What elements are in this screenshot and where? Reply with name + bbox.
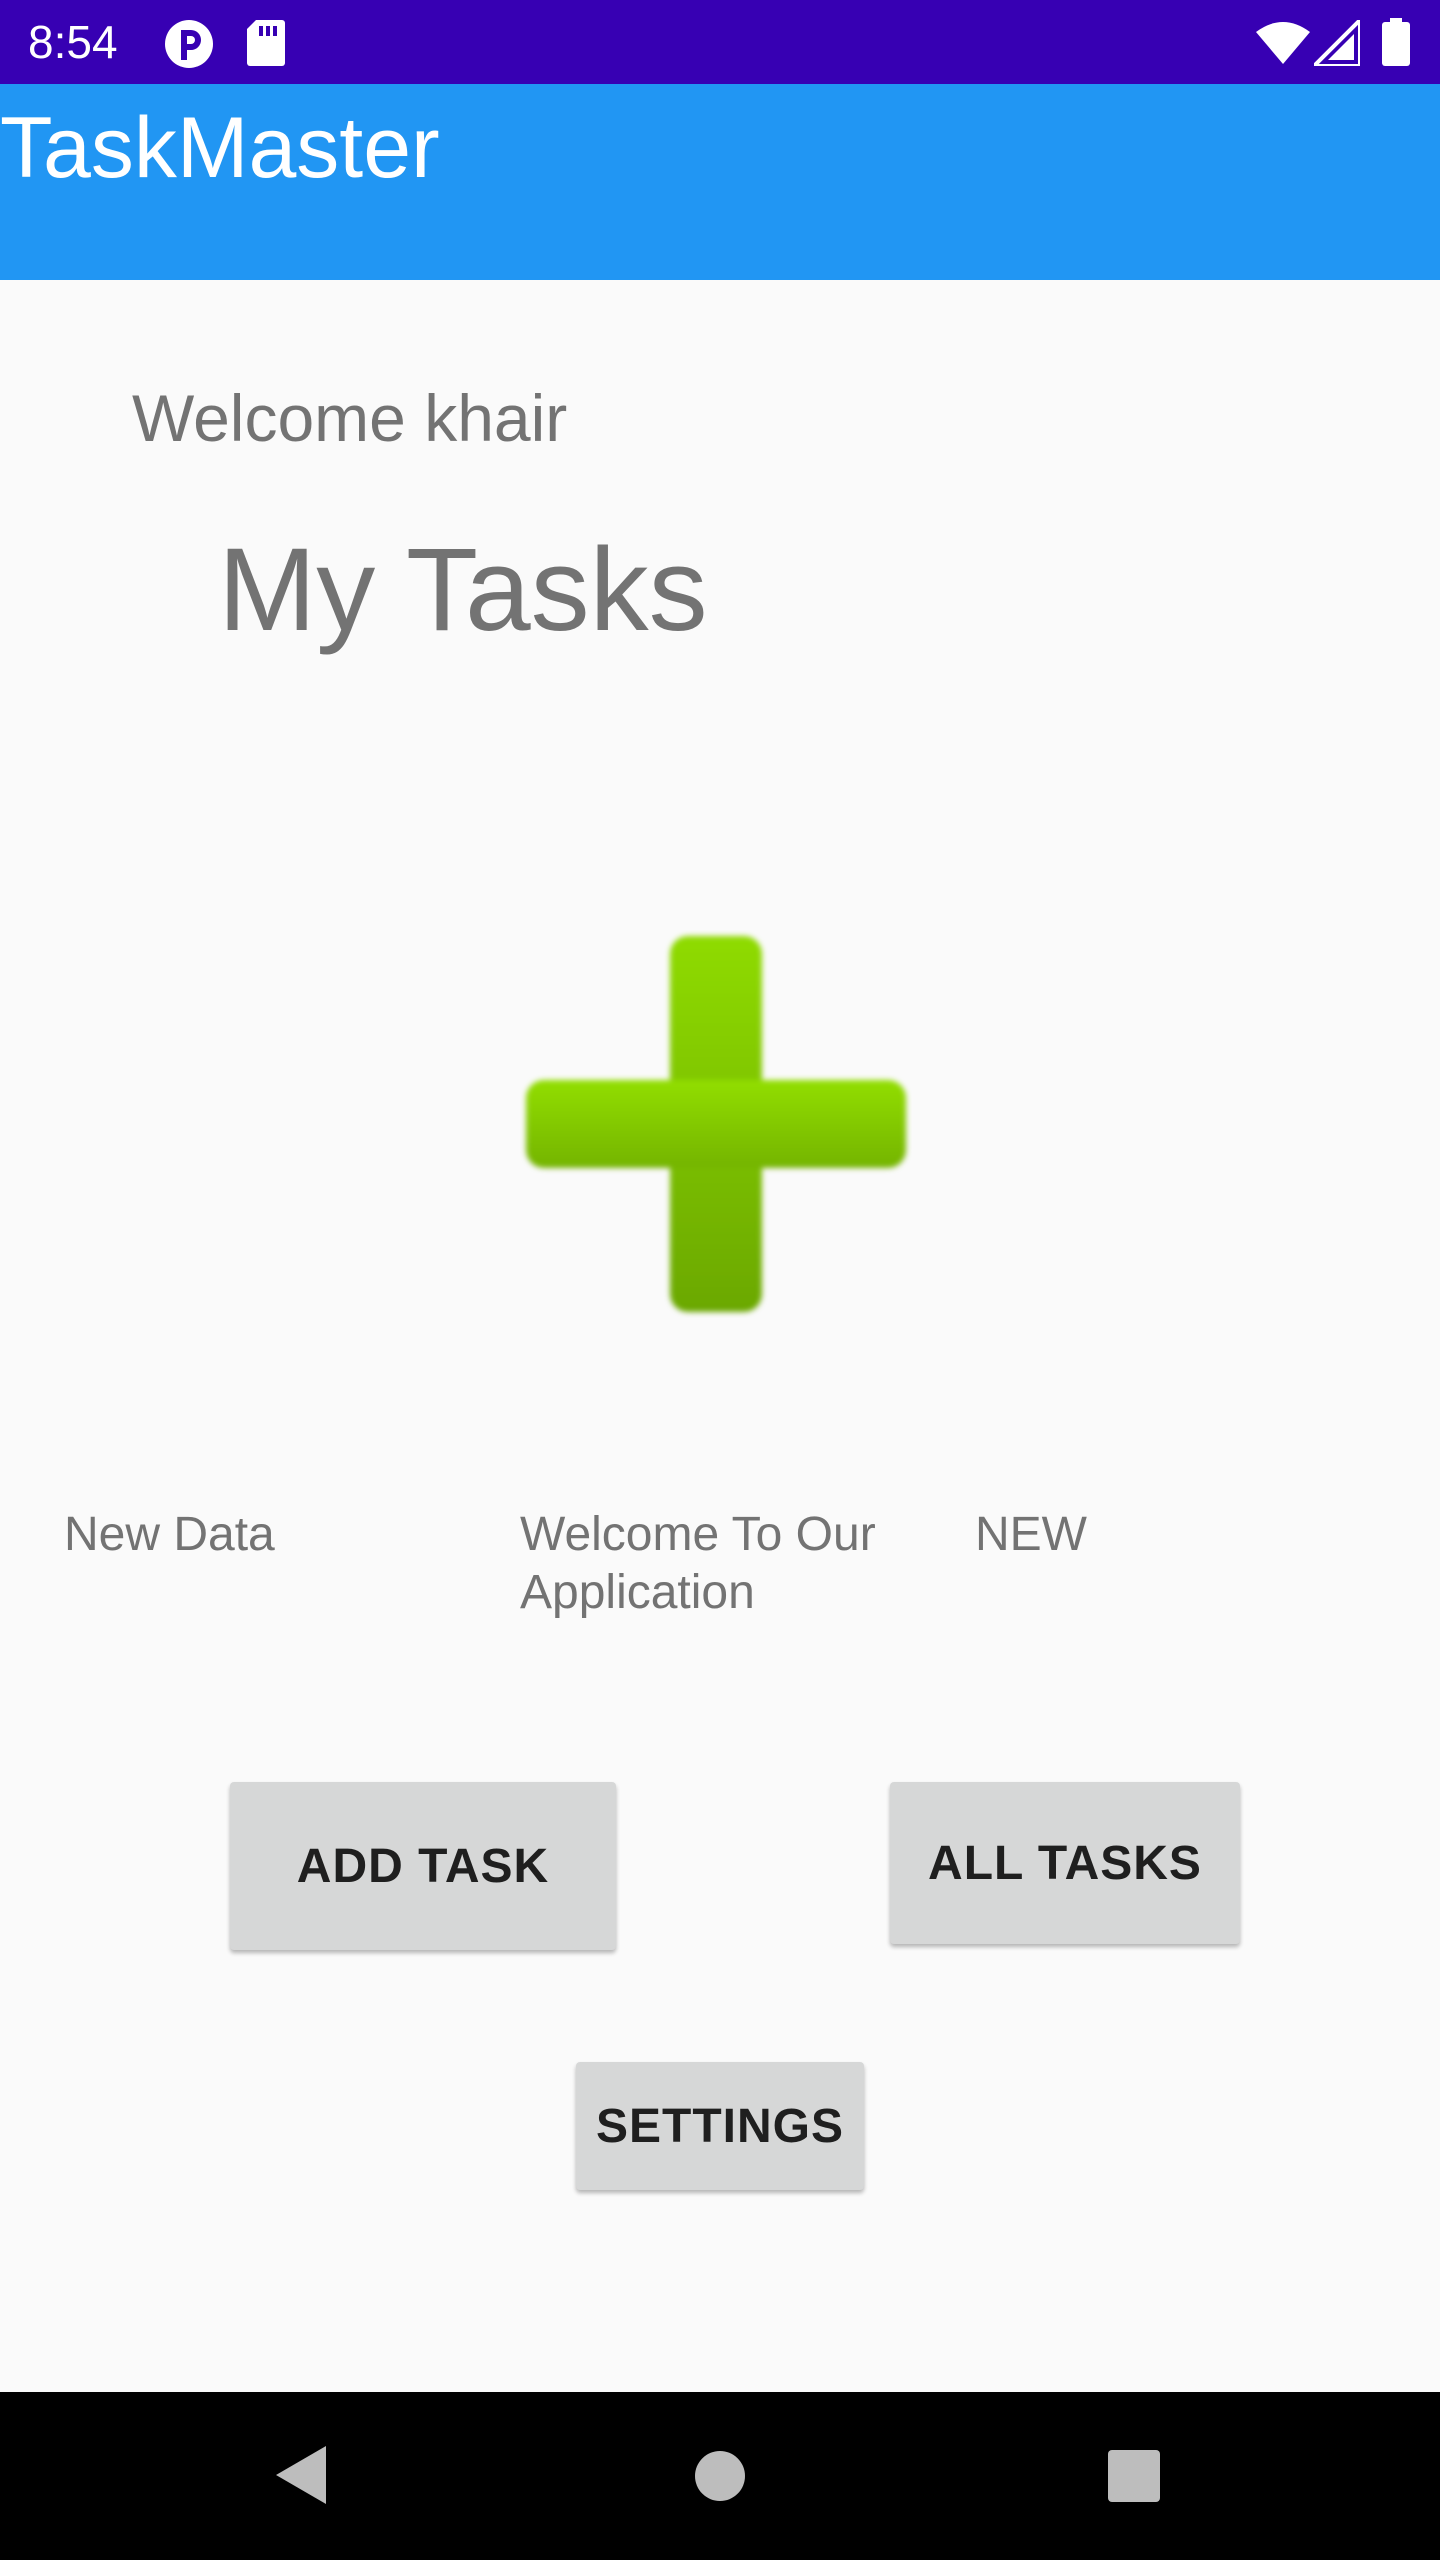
welcome-app-label: Welcome To Our Application — [520, 1508, 876, 1619]
settings-button[interactable]: SETTINGS — [576, 2062, 864, 2190]
welcome-text: Welcome khair — [132, 381, 568, 455]
status-bar: 8:54 — [0, 0, 1440, 84]
back-icon[interactable] — [272, 2444, 328, 2511]
signal-icon — [1309, 15, 1362, 71]
navigation-bar — [0, 2392, 1440, 2560]
home-icon[interactable] — [694, 2450, 746, 2507]
sd-card-icon — [246, 18, 286, 73]
recents-icon[interactable] — [1108, 2450, 1160, 2507]
app-title: TaskMaster — [0, 100, 440, 196]
add-task-button[interactable]: ADD TASK — [230, 1782, 616, 1950]
status-time: 8:54 — [28, 16, 118, 68]
app-notification-icon — [163, 18, 215, 75]
battery-icon — [1382, 18, 1410, 71]
page-title: My Tasks — [218, 524, 708, 656]
app-bar: TaskMaster — [0, 84, 1440, 280]
wifi-icon — [1256, 22, 1310, 69]
add-plus-icon[interactable] — [520, 930, 912, 1318]
new-data-label: New Data — [64, 1508, 275, 1561]
all-tasks-button[interactable]: ALL TASKS — [890, 1782, 1240, 1944]
new-label: NEW — [975, 1508, 1087, 1561]
